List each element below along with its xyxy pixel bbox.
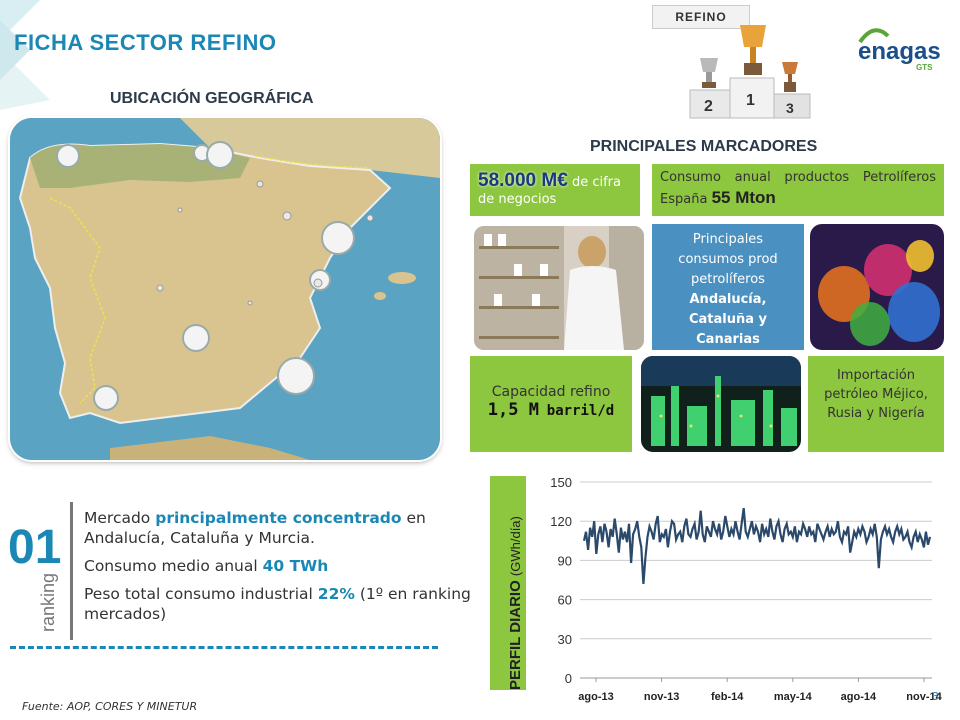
podium-trophies-icon: 2 1 3 bbox=[689, 25, 811, 119]
imports-card: Importación petróleo Méjico, Rusia y Nig… bbox=[808, 356, 944, 452]
revenue-card: 58.000 M€ de cifra de negocios bbox=[470, 164, 640, 216]
podium-number-2: 2 bbox=[704, 98, 713, 115]
x-tick-label: ago-14 bbox=[841, 691, 877, 703]
main-consumers-regions: Andalucía, Cataluña y Canarias bbox=[688, 292, 768, 347]
imports-text: Importación petróleo Méjico, Rusia y Nig… bbox=[824, 368, 928, 421]
x-tick-label: ago-13 bbox=[578, 691, 613, 703]
enagas-logo: enagas bbox=[858, 38, 941, 65]
consumption-text: Consumo anual productos Petrolíferos Esp… bbox=[660, 170, 936, 207]
y-tick-label: 60 bbox=[558, 593, 572, 608]
source-note: Fuente: AOP, CORES Y MINETUR bbox=[22, 700, 198, 713]
podium-number-3: 3 bbox=[786, 100, 794, 116]
y-tick-label: 90 bbox=[558, 553, 572, 568]
capacity-unit: barril/d bbox=[546, 403, 615, 419]
podium-number-1: 1 bbox=[746, 92, 755, 109]
bullet-market: Mercado principalmente concentrado en An… bbox=[84, 509, 426, 547]
x-tick-label: feb-14 bbox=[711, 691, 744, 703]
refinery-photo bbox=[641, 356, 801, 452]
ranking-bullets: Mercado principalmente concentrado en An… bbox=[84, 508, 474, 632]
y-tick-label: 150 bbox=[550, 475, 572, 490]
consumption-value: 55 Mton bbox=[711, 188, 776, 207]
y-tick-label: 120 bbox=[550, 514, 572, 529]
ranking-number: 01 bbox=[8, 521, 62, 574]
capacity-card: Capacidad refino 1,5 M barril/d bbox=[470, 356, 632, 452]
bullet-consumption: Consumo medio anual 40 TWh bbox=[84, 557, 329, 575]
iberia-map-graphic bbox=[10, 118, 440, 460]
main-consumers-card: Principales consumos prod petrolíferos A… bbox=[652, 224, 804, 350]
chart-side-label: PERFIL DIARIO (GWh/día) bbox=[507, 516, 524, 690]
markers-title: PRINCIPALES MARCADORES bbox=[590, 138, 818, 155]
bullet-weight: Peso total consumo industrial 22% (1º en… bbox=[84, 585, 471, 623]
ranking-word: ranking bbox=[38, 572, 58, 632]
capacity-value: 1,5 M bbox=[487, 400, 539, 420]
y-tick-label: 30 bbox=[558, 632, 572, 647]
x-tick-label: may-14 bbox=[774, 691, 813, 703]
x-tick-label: nov-13 bbox=[644, 691, 679, 703]
flasks-photo bbox=[810, 224, 944, 350]
series-line bbox=[582, 507, 932, 584]
page-number: 3 bbox=[932, 690, 939, 703]
main-consumers-intro: Principales consumos prod petrolíferos bbox=[678, 232, 778, 287]
spain-map bbox=[10, 118, 440, 460]
revenue-value: 58.000 M€ bbox=[478, 170, 568, 191]
dashed-separator bbox=[10, 646, 438, 649]
capacity-label: Capacidad refino bbox=[491, 384, 611, 400]
ranking-divider bbox=[70, 502, 73, 640]
consumption-card: Consumo anual productos Petrolíferos Esp… bbox=[652, 164, 944, 216]
page-title: FICHA SECTOR REFINO bbox=[14, 30, 277, 55]
daily-profile-chart: 0 30 60 90 120 150 ago-13 nov-13 feb-14 may-14 ago… bbox=[550, 475, 942, 703]
enagas-logo-sub: GTS bbox=[916, 63, 933, 72]
map-title: UBICACIÓN GEOGRÁFICA bbox=[110, 90, 314, 107]
pharmacy-photo bbox=[474, 226, 644, 350]
y-tick-label: 0 bbox=[565, 671, 572, 686]
